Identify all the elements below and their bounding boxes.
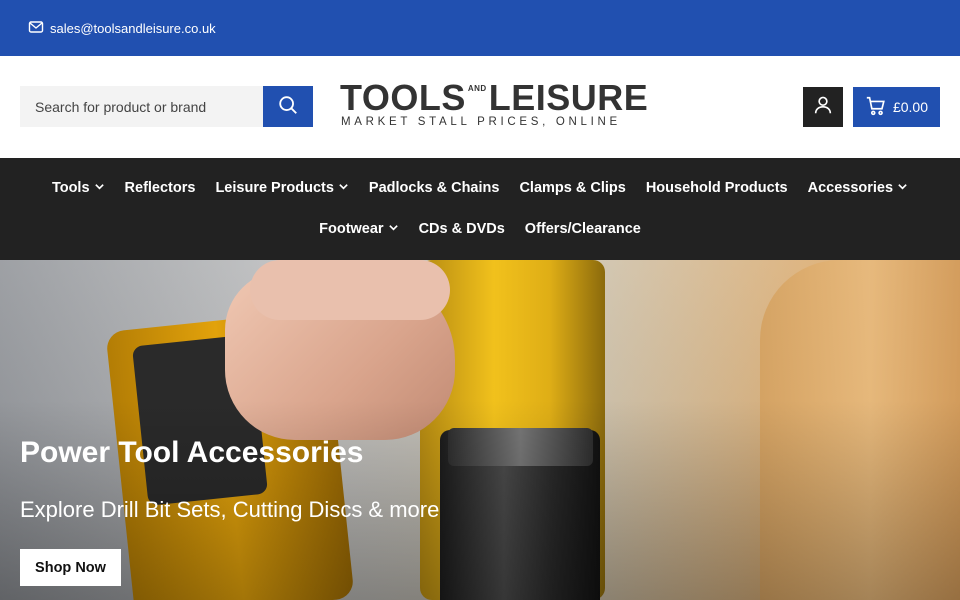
nav-item-label: Reflectors (124, 180, 196, 196)
logo-text-leisure: LEISURE (488, 77, 649, 118)
nav-item-label: Household Products (645, 180, 788, 196)
nav-item-label: CDs & DVDs (418, 221, 505, 237)
search-form (20, 86, 313, 127)
nav-item-padlocks-chains[interactable]: Padlocks & Chains (369, 180, 500, 196)
shop-now-button[interactable]: Shop Now (20, 549, 121, 586)
nav-item-reflectors[interactable]: Reflectors (125, 180, 196, 196)
contact-email[interactable]: sales@toolsandleisure.co.uk (28, 19, 216, 38)
cart-button[interactable]: £0.00 (853, 87, 940, 127)
nav-item-leisure-products[interactable]: Leisure Products (215, 180, 348, 196)
nav-item-household-products[interactable]: Household Products (646, 180, 788, 196)
search-input[interactable] (20, 86, 263, 127)
chevron-down-icon (94, 180, 105, 196)
nav-row-2: Footwear CDs & DVDs Offers/Clearance (0, 221, 960, 237)
top-bar: sales@toolsandleisure.co.uk (0, 0, 960, 56)
chevron-down-icon (338, 180, 349, 196)
mail-icon (28, 19, 44, 38)
nav-item-accessories[interactable]: Accessories (808, 180, 908, 196)
nav-item-tools[interactable]: Tools (52, 180, 105, 196)
nav-item-label: Footwear (319, 221, 384, 237)
hero-subtitle: Explore Drill Bit Sets, Cutting Discs & … (20, 497, 440, 522)
nav-item-label: Padlocks & Chains (368, 180, 500, 196)
cart-total: £0.00 (892, 99, 929, 115)
contact-email-text[interactable]: sales@toolsandleisure.co.uk (50, 21, 216, 36)
logo-wordmark: TOOLS AND LEISURE (340, 80, 648, 116)
nav-item-clamps-clips[interactable]: Clamps & Clips (519, 180, 625, 196)
hero-banner: Power Tool Accessories Explore Drill Bit… (0, 260, 960, 600)
search-button[interactable] (263, 86, 313, 127)
chevron-down-icon (388, 221, 399, 237)
cart-icon (865, 95, 887, 120)
site-logo[interactable]: TOOLS AND LEISURE MARKET STALL PRICES, O… (340, 80, 648, 136)
hero-image-fingers (250, 260, 450, 320)
nav-item-label: Accessories (807, 180, 894, 196)
site-header: TOOLS AND LEISURE MARKET STALL PRICES, O… (0, 56, 960, 158)
main-navigation: Tools Reflectors Leisure Products Padloc… (0, 158, 960, 260)
logo-text-and: AND (467, 84, 487, 93)
nav-item-footwear[interactable]: Footwear (319, 221, 398, 237)
logo-tagline: MARKET STALL PRICES, ONLINE (341, 116, 621, 128)
nav-item-offers-clearance[interactable]: Offers/Clearance (525, 221, 641, 237)
nav-row-1: Tools Reflectors Leisure Products Padloc… (0, 180, 960, 196)
search-icon (277, 94, 299, 119)
nav-item-label: Clamps & Clips (519, 180, 626, 196)
hero-title: Power Tool Accessories (20, 436, 364, 469)
nav-item-label: Offers/Clearance (524, 221, 641, 237)
nav-item-label: Tools (51, 180, 90, 196)
chevron-down-icon (897, 180, 908, 196)
user-icon (812, 94, 834, 121)
account-button[interactable] (803, 87, 843, 127)
nav-item-label: Leisure Products (215, 180, 334, 196)
logo-text-tools: TOOLS (340, 77, 466, 118)
nav-item-cds-dvds[interactable]: CDs & DVDs (419, 221, 505, 237)
